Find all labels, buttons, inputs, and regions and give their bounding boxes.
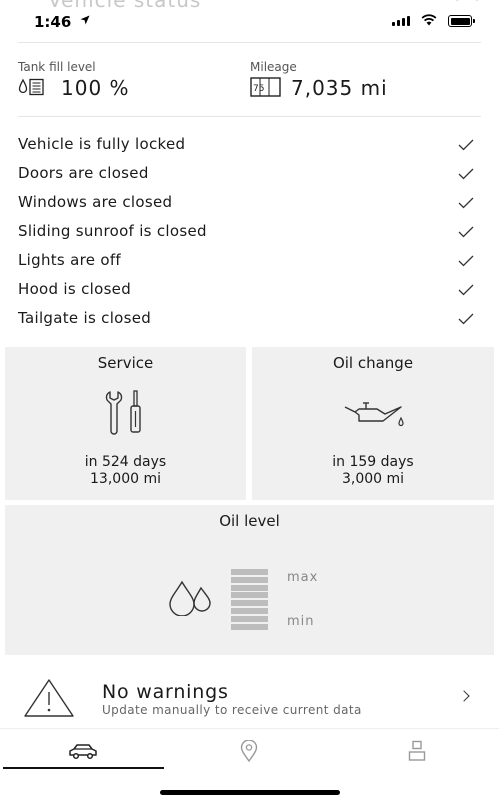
collapse-chevron-icon[interactable] [455,0,479,12]
status-item-label: Hood is closed [18,280,132,298]
user-icon [408,740,426,761]
cellular-signal-icon [392,16,410,26]
location-pin-icon [240,740,258,762]
status-item-tailgate: Tailgate is closed [0,304,499,333]
checkmark-icon [458,197,474,209]
oil-level-title: Oil level [219,512,280,530]
warnings-subtitle: Update manually to receive current data [102,703,362,717]
header-title: Vehicle status [48,0,202,12]
car-icon [69,744,97,760]
gauge-min-label: min [287,614,315,629]
status-item-label: Lights are off [18,251,121,269]
chevron-right-icon[interactable] [458,690,470,702]
status-item-label: Vehicle is fully locked [18,135,186,153]
service-tile[interactable]: Service in 524 days 13,000 mi [5,347,246,500]
gauge-segment [231,592,268,599]
gauge-max-label: max [287,570,319,585]
divider [18,42,481,43]
warning-triangle-icon [24,679,74,717]
service-distance: 13,000 mi [90,471,161,487]
checkmark-icon [458,139,474,151]
oil-change-days: in 159 days [332,454,414,470]
checkmark-icon [458,168,474,180]
gauge-segment [231,600,268,607]
status-item-doors: Doors are closed [0,159,499,188]
status-item-windows: Windows are closed [0,188,499,217]
mileage-value: 7,035 mi [291,76,388,100]
odometer-icon: 75 [250,77,281,97]
checkmark-icon [458,226,474,238]
odometer-icon-text: 75 [253,84,264,94]
active-tab-indicator [3,767,164,769]
oil-level-gauge [231,569,268,631]
warnings-title: No warnings [102,681,229,703]
checkmark-icon [458,313,474,325]
vehicle-status-list: Vehicle is fully locked Doors are closed… [0,130,499,333]
status-item-lights: Lights are off [0,246,499,275]
clock: 1:46 [34,13,72,31]
wrench-screwdriver-icon [105,390,141,435]
tab-bar [0,728,499,801]
service-days: in 524 days [84,454,167,470]
status-item-label: Sliding sunroof is closed [18,222,207,240]
tank-label: Tank fill level [18,60,96,74]
status-item-label: Doors are closed [18,164,149,182]
oil-change-tile[interactable]: Oil change in 159 days 3,000 mi [252,347,494,500]
fuel-tank-icon [18,78,44,96]
gauge-segment [231,623,268,630]
gauge-segment [231,607,268,614]
status-bar: Vehicle status 1:46 [0,0,499,40]
tank-value: 100 % [61,76,130,100]
status-item-sunroof: Sliding sunroof is closed [0,217,499,246]
gauge-segment [231,576,268,583]
mileage-label: Mileage [250,60,297,74]
gauge-segment [231,615,268,622]
location-arrow-icon [80,15,90,25]
tab-profile[interactable] [400,737,434,765]
gauge-segment [231,569,268,575]
service-title: Service [97,354,154,372]
tab-map[interactable] [232,737,266,765]
status-item-locked: Vehicle is fully locked [0,130,499,159]
checkmark-icon [458,255,474,267]
status-item-hood: Hood is closed [0,275,499,304]
oil-drops-icon [169,580,211,616]
tab-vehicle[interactable] [66,737,100,765]
wifi-icon [421,14,437,26]
divider [18,116,481,117]
oil-can-icon [344,402,404,427]
warnings-row[interactable]: No warnings Update manually to receive c… [0,665,499,725]
checkmark-icon [458,284,474,296]
status-item-label: Tailgate is closed [18,309,152,327]
oil-change-title: Oil change [332,354,414,372]
status-item-label: Windows are closed [18,193,173,211]
battery-icon [448,15,475,27]
oil-change-distance: 3,000 mi [341,471,405,487]
gauge-segment [231,584,268,591]
home-indicator [160,790,340,795]
